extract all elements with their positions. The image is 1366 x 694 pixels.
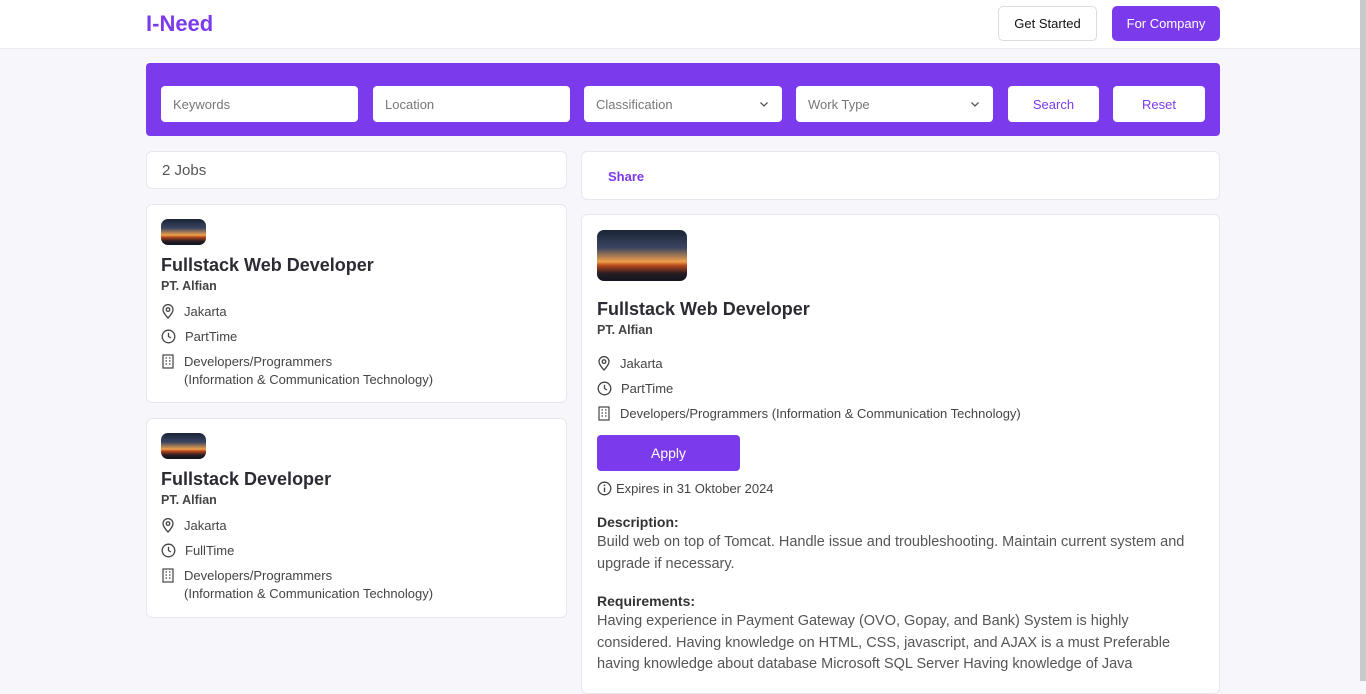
chevron-down-icon [760, 102, 768, 107]
company-logo [597, 230, 687, 281]
detail-job-title: Fullstack Web Developer [597, 299, 810, 319]
expiry-info: Expires in 31 Oktober 2024 [597, 480, 774, 498]
description-text: Build web on top of Tomcat. Handle issue… [597, 534, 1185, 572]
location-placeholder: Location [385, 96, 435, 112]
location-pin-icon [162, 304, 174, 319]
job-type-text: PartTime [621, 381, 674, 396]
chevron-down-icon [971, 102, 979, 107]
job-location: Jakarta [161, 303, 227, 321]
industry-text: (Information & Communication Technology) [184, 372, 434, 387]
detail-location: Jakarta [597, 355, 663, 373]
company-name: PT. Alfian [161, 493, 217, 507]
keywords-placeholder: Keywords [173, 96, 231, 112]
share-card: Share [581, 151, 1220, 200]
detail-classification: Developers/Programmers (Information & Co… [597, 405, 1021, 423]
requirements-text: Having experience in Payment Gateway (OV… [597, 613, 1171, 672]
job-card[interactable]: Fullstack Web Developer PT. Alfian Jakar… [146, 204, 567, 403]
location-text: Jakarta [184, 518, 227, 533]
job-type: FullTime [161, 542, 234, 560]
scrollbar-thumb[interactable] [1360, 0, 1366, 681]
classification-text: Developers/Programmers [184, 354, 333, 369]
job-classification: Developers/Programmers (Information & Com… [161, 353, 433, 389]
detail-job-type: PartTime [597, 380, 673, 398]
job-type-text: PartTime [185, 329, 238, 344]
job-title[interactable]: Fullstack Developer [161, 469, 331, 490]
keywords-input[interactable]: Keywords [161, 86, 358, 122]
work-type-select[interactable]: Work Type [796, 86, 993, 122]
job-title[interactable]: Fullstack Web Developer [161, 255, 374, 276]
expiry-text: Expires in 31 Oktober 2024 [616, 481, 774, 496]
search-button[interactable]: Search [1008, 86, 1099, 122]
classification-select[interactable]: Classification [584, 86, 782, 122]
logo[interactable]: I-Need [146, 11, 213, 37]
classification-text: Developers/Programmers [184, 568, 333, 583]
clock-icon [597, 381, 612, 396]
location-input[interactable]: Location [373, 86, 570, 122]
apply-button[interactable]: Apply [597, 435, 740, 471]
job-type-text: FullTime [185, 543, 235, 558]
work-type-placeholder: Work Type [808, 96, 870, 112]
description-heading: Description: [597, 514, 679, 530]
building-icon [598, 406, 610, 421]
job-classification: Developers/Programmers (Information & Com… [161, 567, 433, 603]
location-text: Jakarta [184, 304, 227, 319]
job-detail-card: Fullstack Web Developer PT. Alfian Jakar… [581, 214, 1220, 694]
for-company-button[interactable]: For Company [1112, 6, 1220, 41]
location-pin-icon [162, 518, 174, 533]
job-location: Jakarta [161, 517, 227, 535]
company-logo [161, 219, 206, 245]
company-logo [161, 433, 206, 459]
building-icon [162, 568, 174, 583]
clock-icon [161, 329, 176, 344]
page-scrollbar[interactable] [1360, 0, 1366, 681]
get-started-button[interactable]: Get Started [998, 6, 1097, 41]
share-link[interactable]: Share [608, 169, 644, 184]
company-name: PT. Alfian [161, 279, 217, 293]
requirements-heading: Requirements: [597, 593, 696, 609]
search-bar: Keywords Location Classification Work Ty… [146, 63, 1220, 136]
location-text: Jakarta [620, 356, 663, 371]
industry-text: (Information & Communication Technology) [184, 586, 434, 601]
top-navbar: I-Need Get Started For Company [0, 0, 1360, 49]
classification-text: Developers/Programmers (Information & Co… [620, 406, 1021, 421]
detail-company-name: PT. Alfian [597, 323, 653, 337]
location-pin-icon [598, 356, 610, 371]
info-icon [597, 481, 612, 496]
clock-icon [161, 543, 176, 558]
building-icon [162, 354, 174, 369]
reset-button[interactable]: Reset [1113, 86, 1205, 122]
job-card[interactable]: Fullstack Developer PT. Alfian Jakarta F… [146, 418, 567, 618]
classification-placeholder: Classification [596, 96, 673, 112]
job-type: PartTime [161, 328, 237, 346]
jobs-count: 2 Jobs [146, 151, 567, 189]
